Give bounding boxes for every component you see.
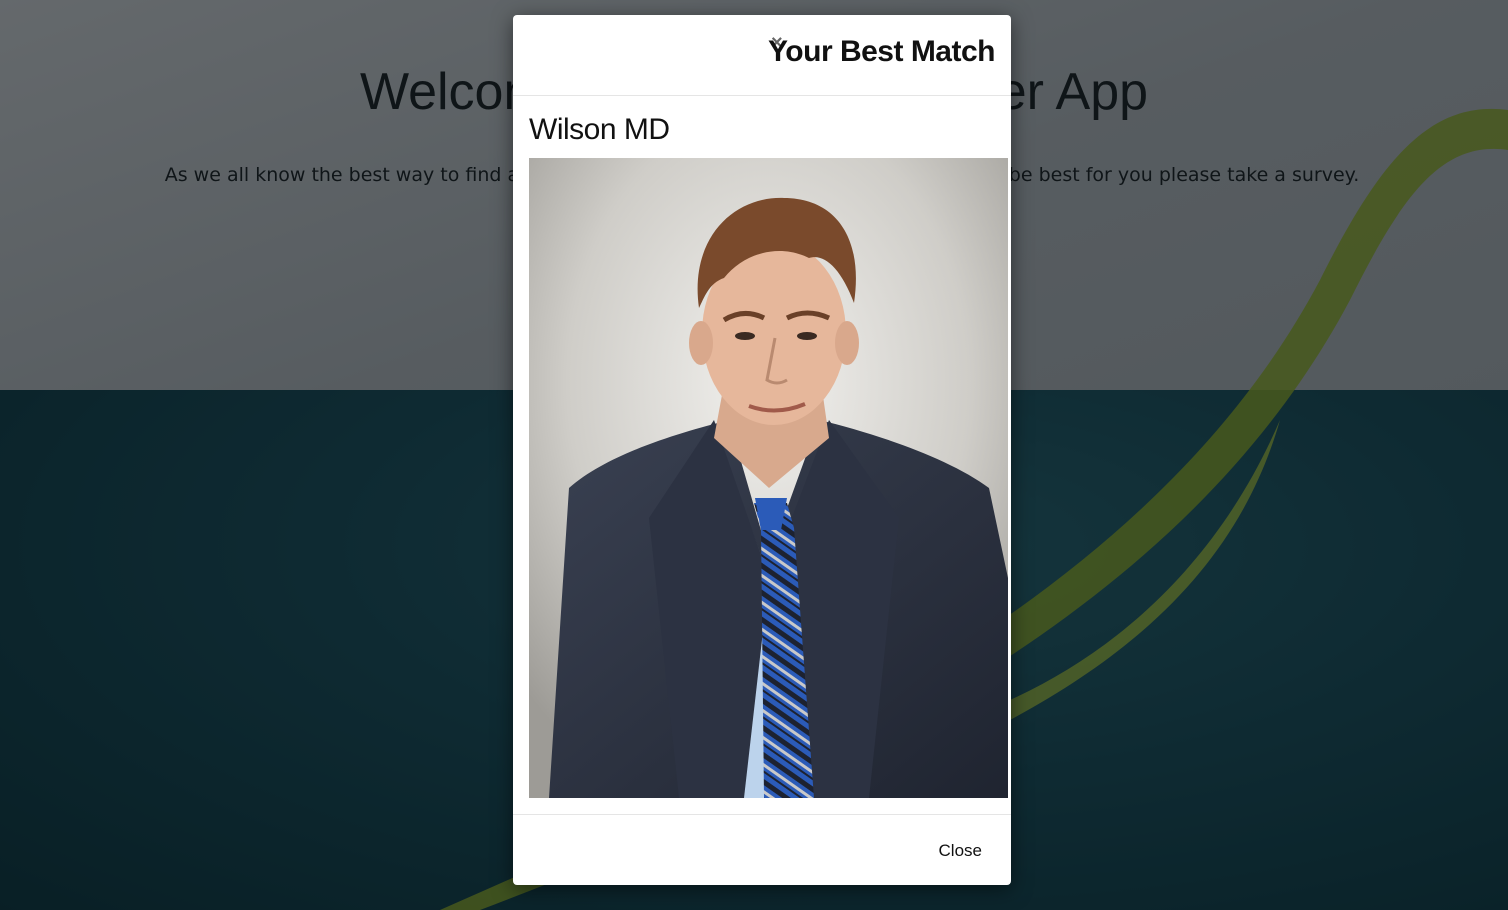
modal-footer: Close	[513, 814, 1011, 886]
best-match-modal: × Your Best Match Wilson MD Close	[513, 15, 1011, 885]
close-button[interactable]: Close	[925, 835, 995, 867]
modal-title: Your Best Match	[768, 35, 995, 68]
match-name: Wilson MD	[529, 113, 670, 146]
modal-header: × Your Best Match	[513, 15, 1011, 96]
match-photo	[529, 158, 1008, 798]
